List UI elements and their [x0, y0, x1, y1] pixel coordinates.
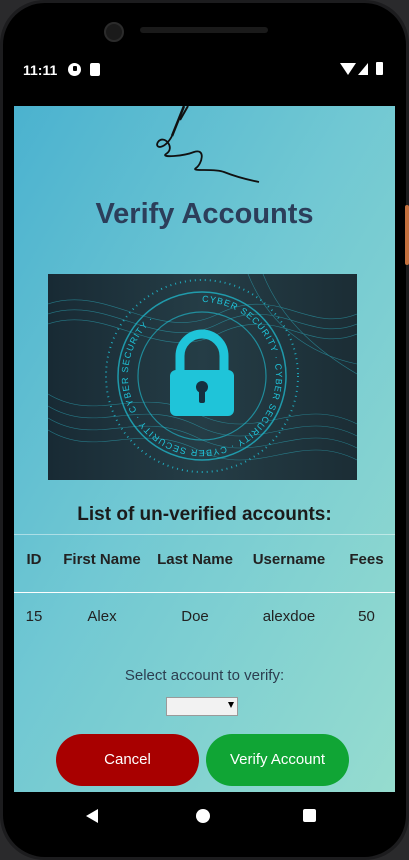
sim-card-icon: [90, 63, 100, 76]
cell-first-name: Alex: [87, 607, 117, 625]
signature-illustration: [156, 106, 260, 183]
earpiece-speaker: [140, 27, 268, 33]
padlock-icon: [170, 329, 234, 416]
cell-last-name: Doe: [181, 607, 209, 625]
header-id: ID: [14, 534, 54, 593]
banner-graphic: CYBER SECURITY · CYBER SECURITY · CYBER …: [48, 274, 357, 473]
status-bar: 11:11: [14, 50, 395, 90]
list-heading: List of un-verified accounts:: [77, 504, 332, 525]
header-username: Username: [240, 534, 338, 593]
status-time: 11:11: [23, 62, 58, 78]
recents-icon[interactable]: [303, 809, 316, 822]
cell-fees: 50: [358, 607, 375, 625]
front-camera: [104, 22, 124, 42]
header-fees: Fees: [338, 534, 395, 593]
header-last-name: Last Name: [150, 534, 240, 593]
unverified-accounts-table: ID First Name Last Name Username Fees 15…: [14, 534, 395, 639]
dropdown-arrow-icon: [228, 702, 234, 708]
cell-username: alexdoe: [262, 607, 316, 625]
phone-frame: 11:11 Verify Accounts CYBER SECURITY · C…: [0, 0, 409, 860]
verify-account-button[interactable]: Verify Account: [206, 734, 349, 786]
app-screen: Verify Accounts CYBER SECURITY · CYBER S…: [14, 106, 395, 792]
signal-icon: [358, 63, 368, 75]
select-account-label: Select account to verify:: [124, 667, 285, 684]
header-first-name: First Name: [54, 534, 150, 593]
cyber-security-banner: CYBER SECURITY · CYBER SECURITY · CYBER …: [48, 274, 357, 480]
wifi-icon: [340, 63, 356, 75]
battery-icon: [376, 62, 383, 75]
page-title: Verify Accounts: [95, 198, 314, 230]
home-icon[interactable]: [196, 809, 210, 823]
power-button: [405, 205, 409, 265]
table-header-row: ID First Name Last Name Username Fees: [14, 534, 395, 593]
cancel-button[interactable]: Cancel: [56, 734, 199, 786]
back-icon[interactable]: [86, 809, 98, 823]
cell-id: 15: [25, 607, 43, 625]
android-nav-bar: [14, 792, 395, 838]
app-notification-icon: [68, 63, 81, 76]
account-select-dropdown[interactable]: [166, 697, 238, 716]
table-row: 15 Alex Doe alexdoe 50: [14, 593, 395, 640]
